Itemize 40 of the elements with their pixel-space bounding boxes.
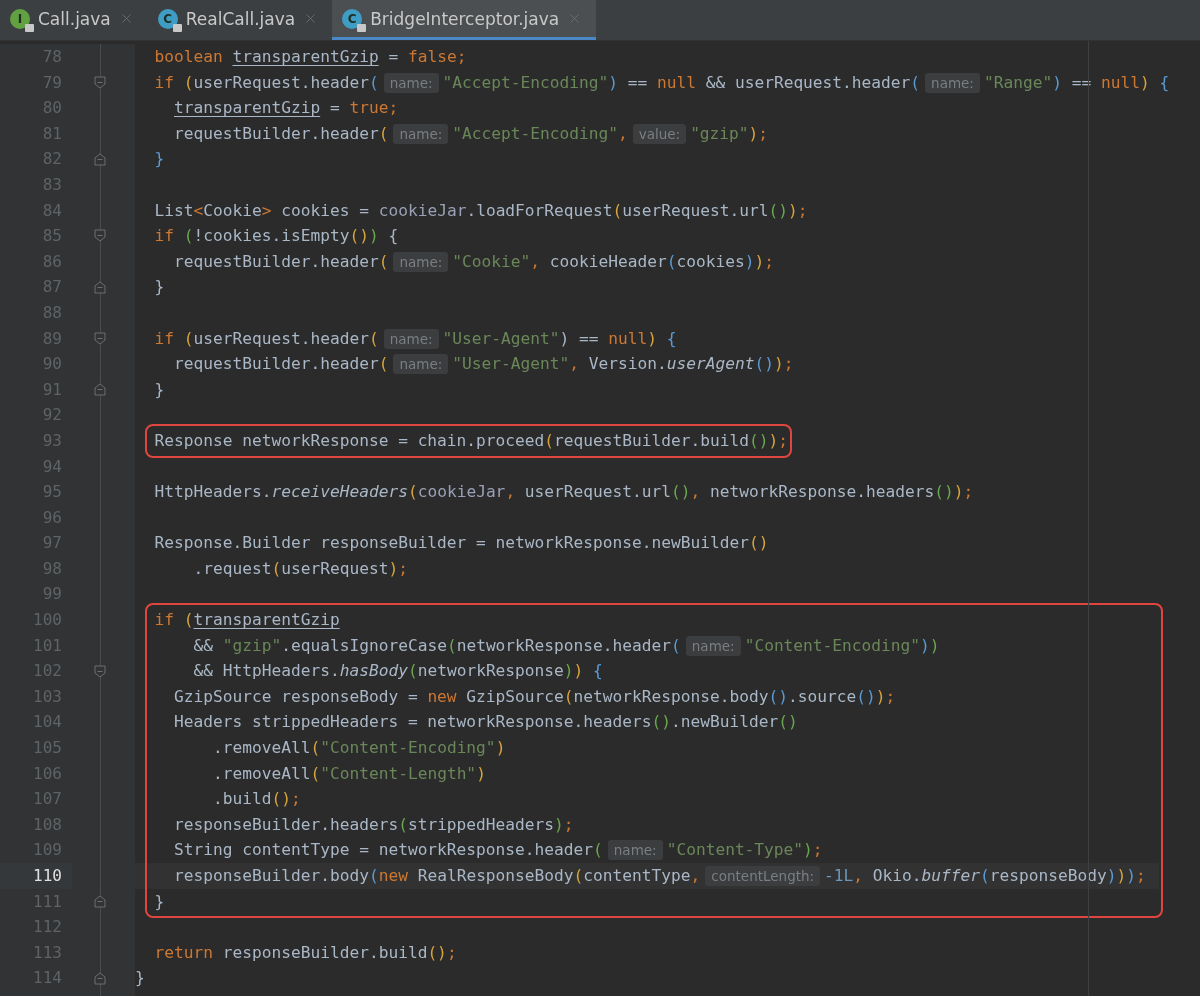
code-line: .removeAll("Content-Length")	[211, 762, 487, 785]
code-line: List<Cookie> cookies = cookieJar.loadForRequest(userRequest.url());	[153, 199, 809, 222]
fold-marker-icon[interactable]	[94, 152, 106, 166]
code-line: && HttpHeaders.hasBody(networkResponse)) {	[192, 660, 604, 683]
code-line: String contentType = networkResponse.header( name: "Content-Type");	[172, 839, 824, 863]
class-icon: C	[342, 8, 363, 29]
code-line: && "gzip".equalsIgnoreCase(networkResponse.header( name: "Content-Encoding"))	[192, 634, 941, 658]
fold-marker-icon[interactable]	[94, 280, 106, 294]
code-line: if (userRequest.header( name: "User-Agent") == null) {	[153, 327, 678, 351]
code-line: Headers strippedHeaders = networkResponse.headers().newBuilder()	[172, 711, 799, 734]
fold-marker-icon[interactable]	[94, 75, 106, 89]
code-line: requestBuilder.header( name: "Accept-Encoding", value: "gzip");	[172, 122, 770, 146]
fold-marker-icon[interactable]	[94, 894, 106, 908]
fold-marker-icon[interactable]	[94, 383, 106, 396]
code-line: transparentGzip = true;	[173, 97, 400, 120]
code-line: Response networkResponse = chain.proceed(requestBuilder.build());	[153, 429, 788, 452]
editor-tab[interactable]: C BridgeInterceptor.java	[332, 0, 597, 40]
fold-marker-icon[interactable]	[94, 971, 106, 985]
code-line: GzipSource responseBody = new GzipSource(networkResponse.body().source());	[172, 685, 897, 708]
code-line: return responseBuilder.build();	[153, 941, 458, 964]
code-line: boolean transparentGzip = false;	[153, 46, 468, 68]
fold-marker-icon[interactable]	[94, 331, 106, 345]
code-line: Response.Builder responseBuilder = networkResponse.newBuilder()	[153, 532, 770, 555]
code-line: .build();	[211, 788, 302, 811]
code-line: }	[153, 378, 166, 401]
code-line: }	[153, 276, 166, 299]
code-line: }	[153, 148, 166, 171]
code-line: requestBuilder.header( name: "Cookie", cookieHeader(cookies));	[172, 250, 775, 274]
code-line: if (!cookies.isEmpty()) {	[153, 225, 400, 248]
code-line: }	[153, 890, 166, 913]
code-line: if (transparentGzip	[153, 609, 341, 632]
code-line: }	[135, 967, 146, 990]
fold-marker-icon[interactable]	[94, 229, 106, 243]
code-line: responseBuilder.headers(strippedHeaders);	[172, 813, 575, 836]
line-number: 110	[0, 863, 72, 889]
code-line: HttpHeaders.receiveHeaders(cookieJar, userRequest.url(), networkResponse.headers());	[153, 481, 975, 504]
fold-marker-icon[interactable]	[94, 664, 106, 678]
code-line: .removeAll("Content-Encoding")	[211, 737, 507, 760]
code-line: requestBuilder.header( name: "User-Agent", Version.userAgent());	[172, 353, 795, 377]
code-line: .request(userRequest);	[192, 557, 409, 580]
